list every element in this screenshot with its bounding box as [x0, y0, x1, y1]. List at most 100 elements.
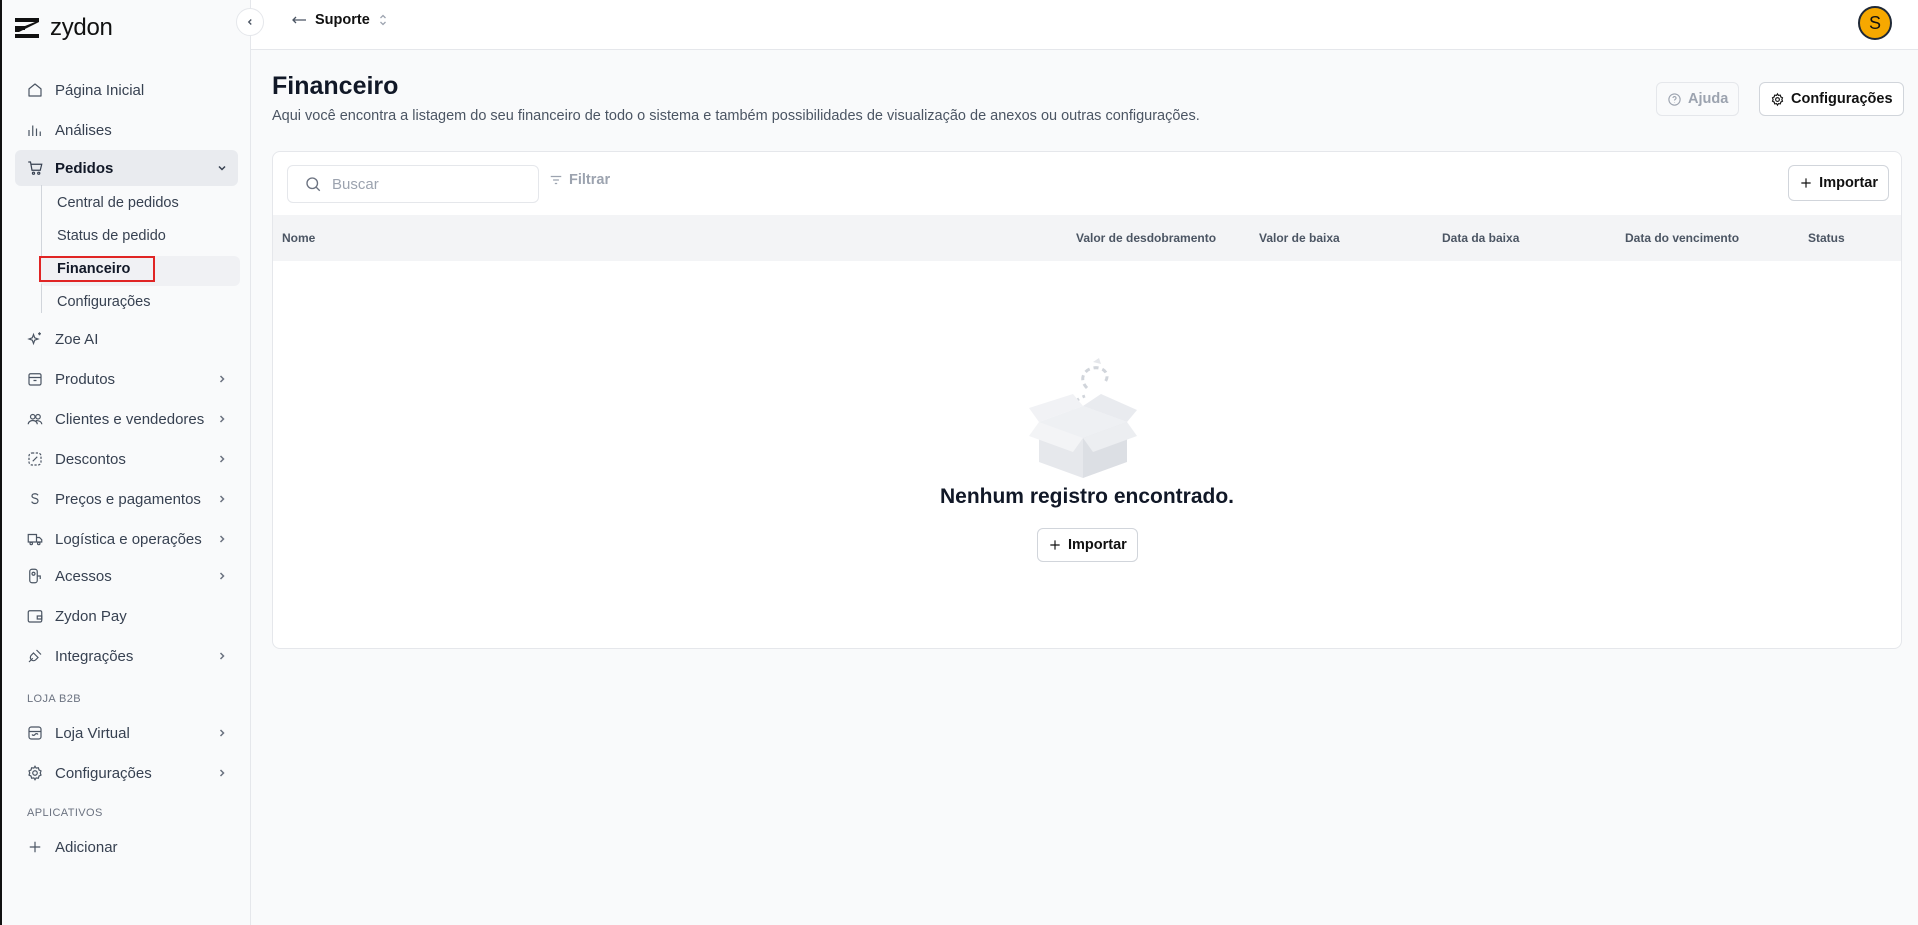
breadcrumb[interactable]: Suporte — [291, 12, 388, 28]
sidebar-item-label: Configurações — [55, 764, 152, 782]
sidebar-item-configuracoes[interactable]: Configurações — [15, 755, 238, 791]
sidebar-item-label: Clientes e vendedores — [55, 410, 205, 428]
column-header-valor-de-desdobramento[interactable]: Valor de desdobramento — [1076, 231, 1216, 245]
column-header-valor-de-baixa[interactable]: Valor de baixa — [1259, 231, 1340, 245]
store-icon — [25, 723, 45, 743]
sidebar-item-acessos[interactable]: Acessos — [15, 558, 238, 594]
sidebar-item-integracoes[interactable]: Integrações — [15, 638, 238, 674]
chevron-right-icon — [219, 535, 225, 543]
discount-icon — [25, 449, 45, 469]
section-label-aplicativos: APLICATIVOS — [27, 807, 103, 819]
sparkle-icon — [25, 329, 45, 349]
filter-icon — [550, 175, 562, 185]
sidebar-item-label: Produtos — [55, 370, 116, 388]
gear-icon — [25, 763, 45, 783]
sidebar-item-logistica-e-operacoes[interactable]: Logística e operações — [15, 521, 238, 557]
highlight-box — [39, 256, 155, 282]
sidebar-item-label: Descontos — [55, 450, 126, 468]
app-name: zydon — [50, 14, 113, 41]
plus-icon — [25, 837, 45, 857]
chevron-up-down-icon — [379, 14, 386, 26]
column-header-nome[interactable]: Nome — [282, 231, 315, 245]
section-label-loja-b2b: LOJA B2B — [27, 693, 81, 705]
sidebar-item-label: Análises — [55, 121, 112, 139]
back-arrow-icon — [292, 16, 306, 24]
empty-state-import-button[interactable]: Importar — [1037, 528, 1138, 562]
sidebar-item-precos-e-pagamentos[interactable]: Preços e pagamentos — [15, 481, 238, 517]
empty-state-import-label: Importar — [1068, 537, 1127, 553]
key-icon — [25, 566, 45, 586]
sidebar-item-label: Preços e pagamentos — [55, 490, 201, 508]
package-icon — [25, 369, 45, 389]
sidebar-item-label: Página Inicial — [55, 81, 145, 99]
sidebar-item-loja-virtual[interactable]: Loja Virtual — [15, 715, 238, 751]
sidebar-item-descontos[interactable]: Descontos — [15, 441, 238, 477]
sidebar-item-label: Zoe AI — [55, 330, 99, 348]
empty-box-illustration — [1029, 358, 1137, 478]
search-field[interactable] — [287, 165, 539, 203]
zydon-logo-icon — [15, 18, 39, 38]
sidebar-subitem-configuracoes[interactable]: Configurações — [57, 289, 151, 315]
filter-button[interactable]: Filtrar — [549, 172, 610, 188]
bar-chart-icon — [25, 120, 45, 140]
sidebar-subitem-central-de-pedidos[interactable]: Central de pedidos — [57, 190, 179, 216]
help-button-label: Ajuda — [1688, 91, 1729, 107]
gear-icon — [1771, 92, 1784, 106]
filter-label: Filtrar — [569, 172, 611, 188]
chevron-right-icon — [219, 495, 225, 503]
help-button[interactable]: Ajuda — [1656, 82, 1740, 116]
page-description: Aqui você encontra a listagem do seu fin… — [272, 108, 1200, 124]
sidebar-item-pagina-inicial[interactable]: Página Inicial — [15, 72, 238, 108]
search-icon — [306, 177, 321, 192]
breadcrumb-label: Suporte — [315, 12, 370, 28]
column-header-status[interactable]: Status — [1808, 231, 1845, 245]
chevron-right-icon — [219, 375, 225, 383]
chevron-right-icon — [219, 572, 225, 580]
search-input[interactable] — [332, 175, 502, 193]
empty-state-message: Nenhum registro encontrado. — [939, 485, 1235, 508]
top-bar: Suporte S — [251, 0, 1918, 50]
plug-icon — [25, 646, 45, 666]
import-button-label: Importar — [1819, 175, 1878, 191]
plus-icon — [1801, 178, 1811, 188]
sidebar-item-label: Adicionar — [55, 838, 118, 856]
sidebar-item-pedidos[interactable]: Pedidos — [15, 150, 238, 186]
sidebar-item-clientes-e-vendedores[interactable]: Clientes e vendedores — [15, 401, 238, 437]
truck-icon — [25, 529, 45, 549]
wallet-icon — [25, 606, 45, 626]
column-header-data-do-vencimento[interactable]: Data do vencimento — [1625, 231, 1739, 245]
settings-button-label: Configurações — [1791, 91, 1893, 107]
sidebar-item-label: Zydon Pay — [55, 607, 127, 625]
import-button[interactable]: Importar — [1788, 165, 1889, 201]
sidebar-item-analises[interactable]: Análises — [15, 112, 238, 148]
app-logo[interactable]: zydon — [14, 14, 113, 42]
sidebar-subitem-status-de-pedido[interactable]: Status de pedido — [57, 223, 166, 249]
cart-icon — [25, 158, 45, 178]
sidebar-item-zydon-pay[interactable]: Zydon Pay — [15, 598, 238, 634]
chevron-left-icon — [247, 19, 252, 25]
financeiro-table-card: Filtrar Importar Nome Valor de desdobram… — [272, 151, 1902, 649]
settings-button[interactable]: Configurações — [1759, 82, 1904, 116]
chevron-right-icon — [219, 769, 225, 777]
submenu-guide-line — [41, 185, 42, 313]
chevron-down-icon — [218, 165, 226, 171]
sidebar: zydon Página Inicial Análises Pedidos Ce… — [2, 0, 251, 925]
column-header-data-da-baixa[interactable]: Data da baixa — [1442, 231, 1519, 245]
chevron-right-icon — [219, 415, 225, 423]
sidebar-item-adicionar[interactable]: Adicionar — [15, 829, 238, 865]
table-header: Nome Valor de desdobramento Valor de bai… — [273, 215, 1901, 261]
plus-icon — [1050, 540, 1060, 550]
sidebar-item-zoe-ai[interactable]: Zoe AI — [15, 321, 238, 357]
collapse-sidebar-button[interactable] — [236, 8, 264, 36]
chevron-right-icon — [219, 455, 225, 463]
user-avatar[interactable]: S — [1858, 6, 1892, 40]
sidebar-item-label: Acessos — [55, 567, 112, 585]
sidebar-item-label: Loja Virtual — [55, 724, 130, 742]
page-title: Financeiro — [272, 72, 399, 100]
users-icon — [25, 409, 45, 429]
sidebar-item-label: Integrações — [55, 647, 134, 665]
chevron-right-icon — [219, 652, 225, 660]
sidebar-item-produtos[interactable]: Produtos — [15, 361, 238, 397]
sidebar-item-label: Pedidos — [55, 159, 114, 177]
dollar-icon — [25, 489, 45, 509]
